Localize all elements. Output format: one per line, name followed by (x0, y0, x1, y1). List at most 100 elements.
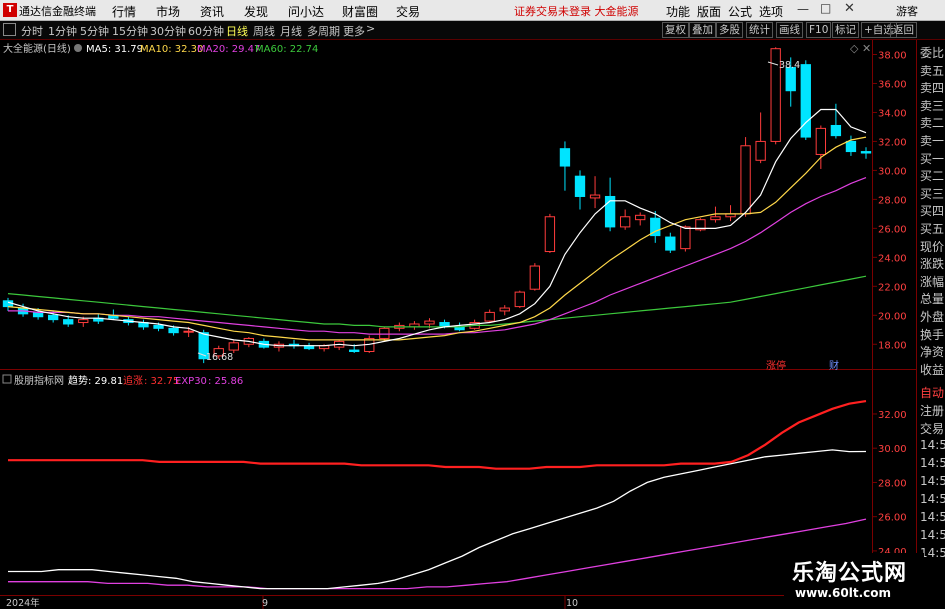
title-bar: T 通达信金融终端 行情 市场 资讯 发现 问小达 财富圈 交易 证券交易未登录… (0, 0, 945, 21)
quote-sub-label: 14:5 (920, 510, 945, 524)
price-axis-label: 34.00 (878, 108, 907, 119)
minimize-icon[interactable]: — (797, 2, 809, 16)
period-weekly[interactable]: 周线 (253, 23, 275, 39)
quote-row-label: 现价 (920, 239, 945, 254)
login-notice[interactable]: 证券交易未登录 大金能源 (514, 3, 639, 19)
menu-item-wenxiaoda[interactable]: 问小达 (288, 3, 324, 20)
candle-body (815, 127, 827, 155)
sub-chart-icon[interactable] (2, 374, 12, 384)
period-fenshi[interactable]: 分时 (21, 23, 43, 39)
candle-body (589, 194, 601, 199)
candle-body (168, 327, 179, 334)
trend-value: : 29.81 (88, 376, 123, 387)
quote-sub-label: 交易 (920, 422, 945, 436)
menu-item-banmian[interactable]: 版面 (697, 3, 721, 20)
candle-body (785, 67, 796, 92)
candle-body (635, 214, 646, 221)
candle-body (860, 151, 872, 154)
period-more[interactable]: 更多 (343, 23, 365, 39)
price-axis-label: 38.00 (878, 50, 907, 61)
candle-body (544, 216, 556, 253)
watermark-title: 乐淘公式网 (792, 561, 908, 586)
candle-body (559, 148, 571, 167)
menu-item-caifuquan[interactable]: 财富圈 (342, 3, 378, 20)
candle-body (845, 140, 857, 153)
overlay-button[interactable]: 叠加 (689, 22, 716, 38)
period-multi[interactable]: 多周期 (307, 23, 340, 39)
quote-row-label: 涨跌 (920, 257, 945, 272)
candle-body (740, 145, 751, 215)
candle-body (153, 324, 164, 329)
quote-row-label: 卖五 (920, 63, 945, 78)
date-label-10: 10 (566, 598, 578, 609)
candle-body (830, 124, 842, 137)
ma20-legend: MA20: 29.47 (197, 44, 260, 55)
quote-row-label: 净资 (920, 345, 945, 360)
grid-toggle-icon[interactable] (3, 23, 16, 36)
menu-item-shichang[interactable]: 市场 (156, 3, 180, 20)
user-label[interactable]: 游客 (896, 3, 918, 19)
menu-item-hangqing[interactable]: 行情 (112, 3, 136, 20)
sub-chart-title: 股朋指标网 (14, 374, 64, 387)
sub-axis-label: 26.00 (878, 513, 907, 524)
menu-item-faxian[interactable]: 发现 (244, 3, 268, 20)
ma10-line (7, 136, 867, 341)
close-panel-icon[interactable]: ✕ (862, 42, 871, 55)
main-chart-title: 大全能源(日线) (3, 42, 71, 55)
quote-sub-label: 14:5 (920, 456, 945, 470)
statistics-button[interactable]: 统计 (746, 22, 773, 38)
menu-item-xuanxiang[interactable]: 选项 (759, 3, 783, 20)
low-price-label: 16.68 (206, 352, 233, 363)
quote-row-label: 外盘 (920, 310, 945, 324)
close-icon[interactable]: ✕ (844, 1, 855, 16)
quote-row-label: 换手 (920, 327, 945, 342)
period-bar: 分时 1分钟 5分钟 15分钟 30分钟 60分钟 日线 周线 月线 多周期 更… (0, 21, 945, 40)
ma60-legend: MA60: 22.74 (255, 44, 318, 55)
watermark-url: www.60lt.com (795, 586, 892, 600)
period-1min[interactable]: 1分钟 (48, 23, 77, 39)
candle-body (379, 327, 390, 339)
trend-label: 趋势 (68, 374, 88, 387)
quote-sub-label: 14:5 (920, 528, 945, 542)
back-button[interactable]: 返回 (890, 22, 917, 38)
kline-chart[interactable]: 大全能源(日线) MA5: 31.79 MA10: 32.30 MA20: 29… (0, 40, 916, 609)
date-label-9: 9 (262, 598, 268, 609)
menu-item-jiaoyi[interactable]: 交易 (396, 3, 420, 20)
ma5-legend: MA5: 31.79 (86, 44, 143, 55)
zt-marker[interactable]: 涨停 (766, 359, 786, 372)
sub-axis-label: 30.00 (878, 444, 907, 455)
diamond-icon[interactable]: ◇ (850, 42, 859, 55)
candle-body (499, 307, 510, 312)
menu-item-gongshi[interactable]: 公式 (728, 3, 752, 20)
fuquan-button[interactable]: 复权 (662, 22, 689, 38)
app-name: 通达信金融终端 (19, 5, 96, 18)
settings-dot-icon[interactable] (74, 44, 82, 52)
period-daily[interactable]: 日线 (226, 23, 248, 39)
multi-stock-button[interactable]: 多股 (716, 22, 743, 38)
high-price-label: 38.4 (779, 60, 800, 71)
quote-row-label: 买一 (920, 151, 945, 166)
quote-row-label: 收益 (920, 362, 945, 377)
candle-body (424, 320, 435, 325)
quote-sub-label: 自动 (920, 386, 945, 400)
mark-button[interactable]: 标记 (832, 22, 859, 38)
cai-marker[interactable]: 财 (829, 359, 839, 372)
candle-body (32, 311, 44, 318)
menu-item-gongneng[interactable]: 功能 (666, 3, 690, 20)
more-dropdown-icon[interactable]: > (366, 22, 375, 35)
period-60min[interactable]: 60分钟 (188, 23, 224, 39)
period-30min[interactable]: 30分钟 (150, 23, 186, 39)
candle-body (183, 330, 194, 333)
price-axis-label: 22.00 (878, 282, 907, 293)
period-monthly[interactable]: 月线 (280, 23, 302, 39)
candle-body (665, 236, 676, 251)
f10-button[interactable]: F10 (806, 22, 832, 38)
period-5min[interactable]: 5分钟 (80, 23, 109, 39)
ma20-line (8, 177, 867, 335)
candle-body (78, 319, 89, 324)
menu-item-zixun[interactable]: 资讯 (200, 3, 224, 20)
quote-sub-label: 14:5 (920, 474, 945, 488)
period-15min[interactable]: 15分钟 (112, 23, 148, 39)
draw-line-button[interactable]: 画线 (776, 22, 803, 38)
maximize-icon[interactable]: □ (820, 1, 831, 15)
